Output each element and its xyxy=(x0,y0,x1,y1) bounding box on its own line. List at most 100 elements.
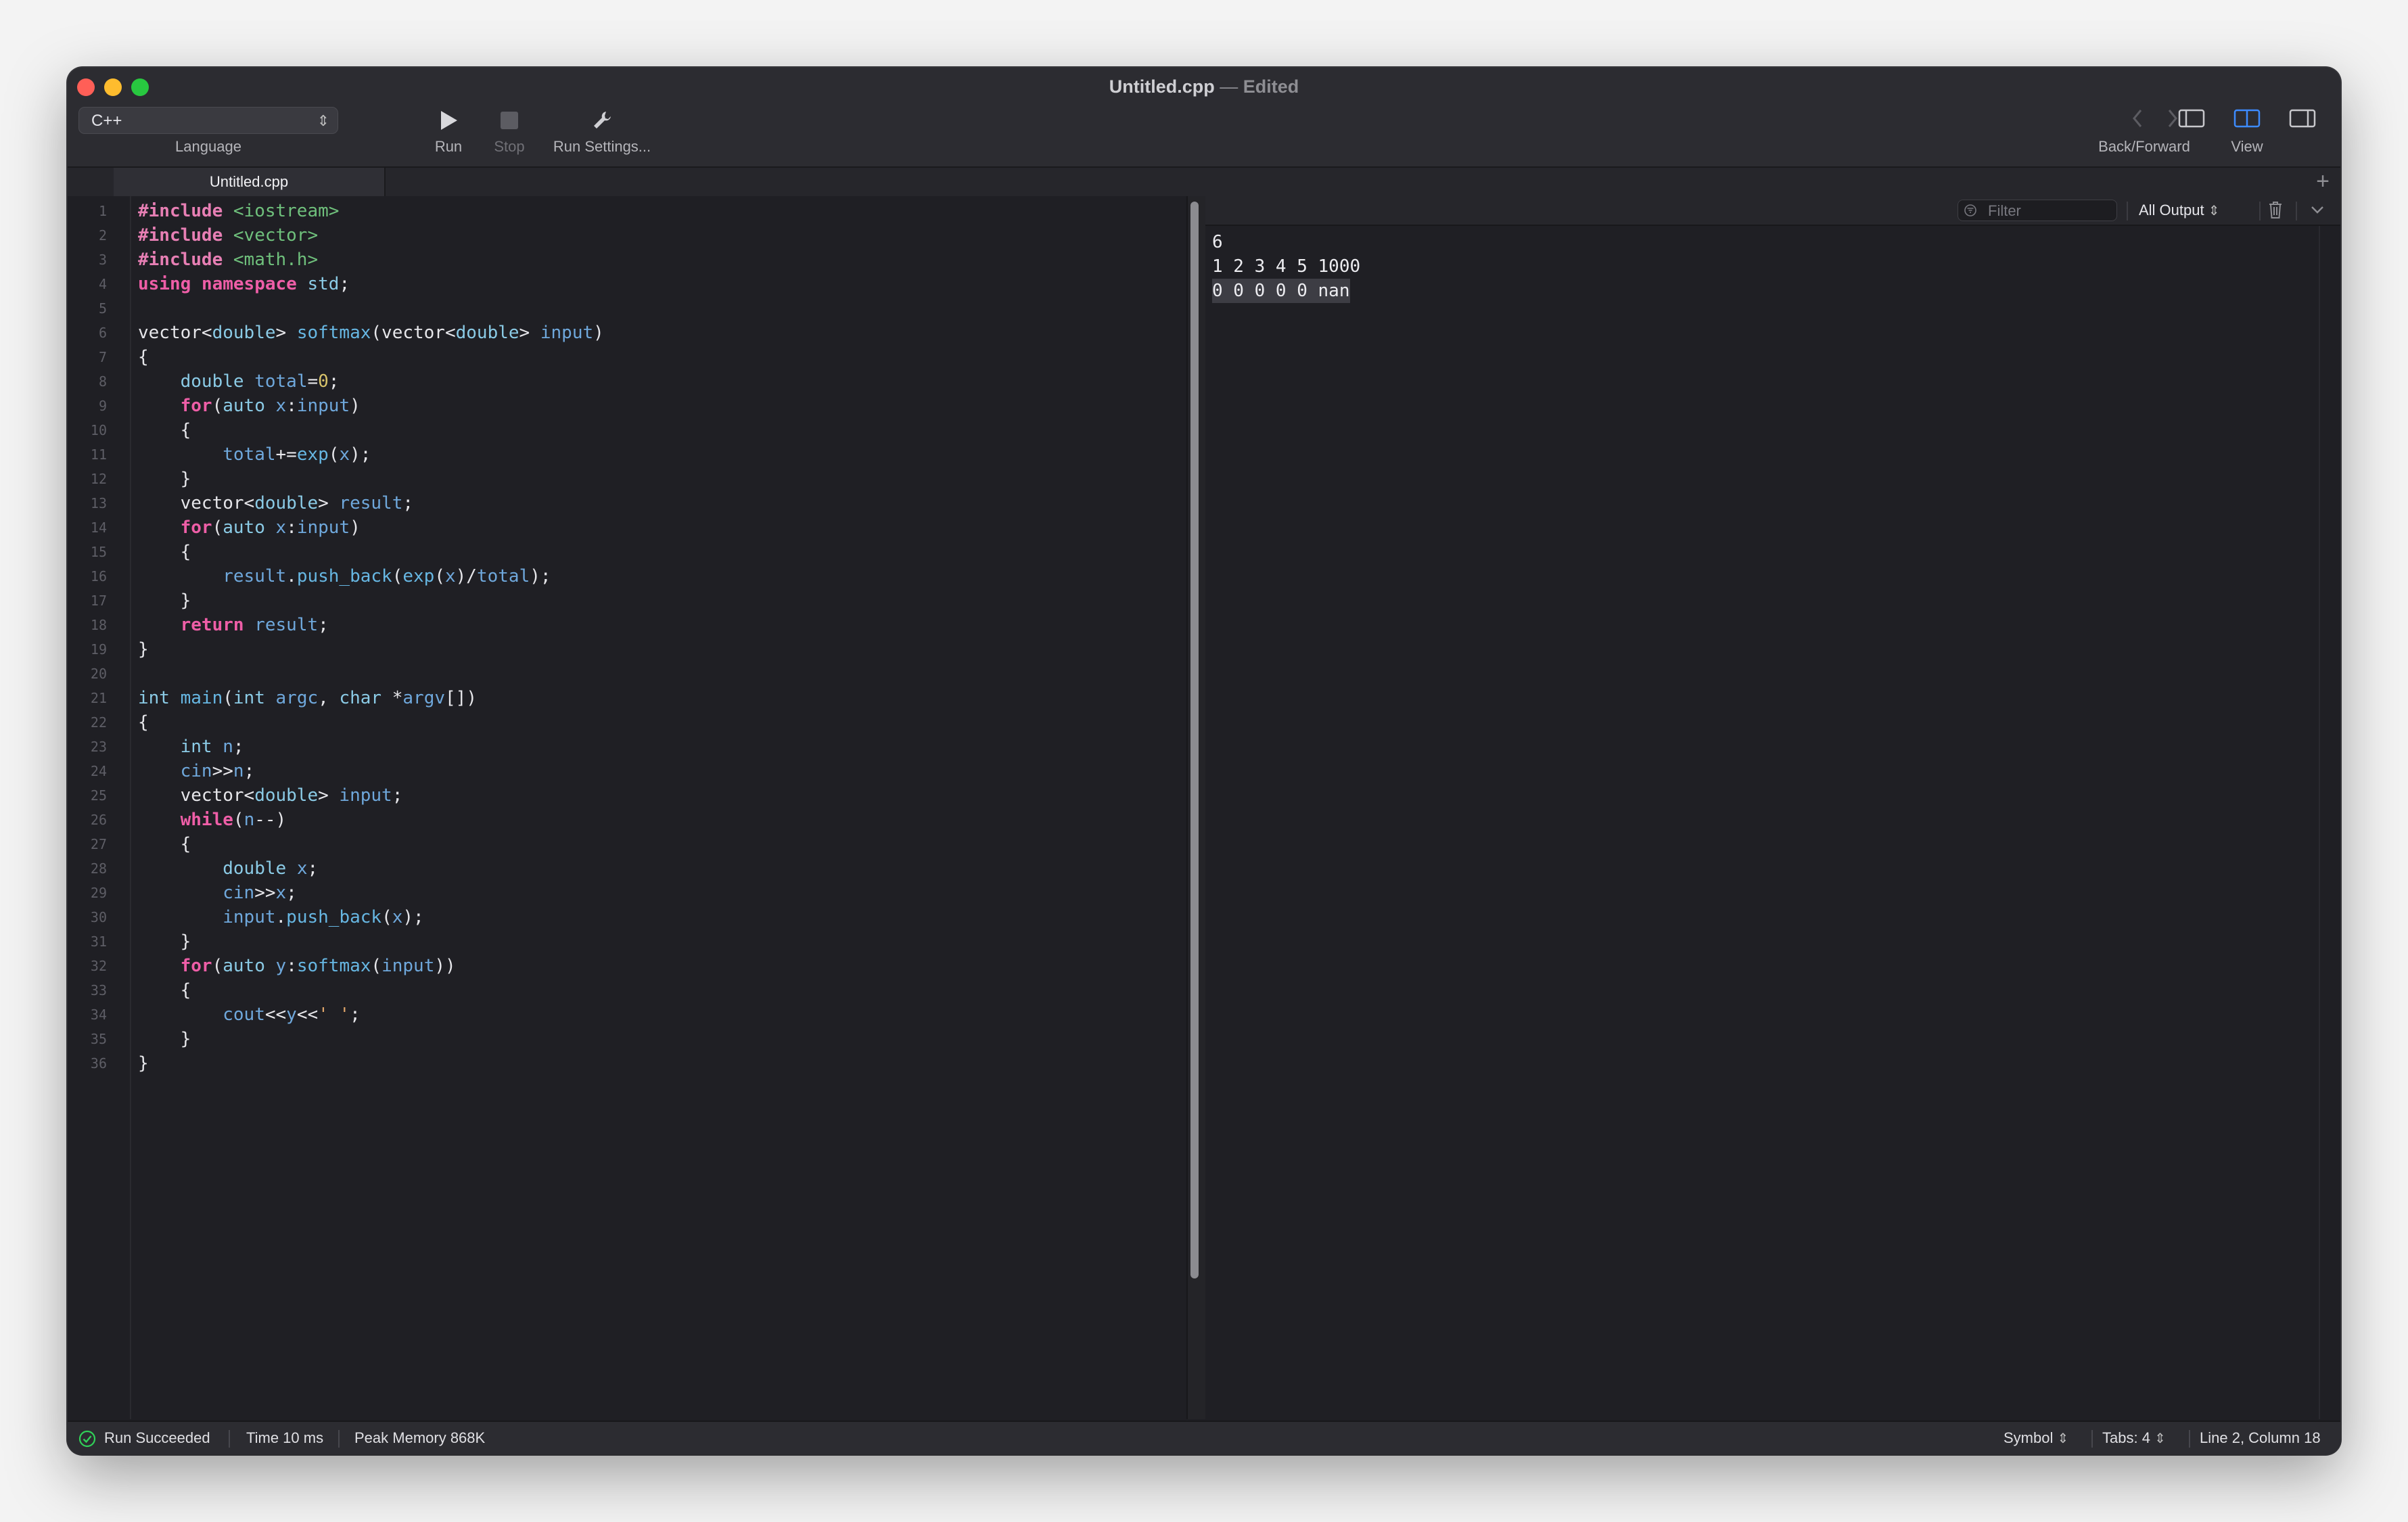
add-tab-button[interactable]: + xyxy=(2316,168,2330,195)
code-editor[interactable]: 1 2 3 4 5 6 7 8 9 10 11 12 13 14 15 16 1… xyxy=(68,196,1186,1419)
code-line[interactable]: using namespace std; xyxy=(138,272,350,296)
line-number: 24 xyxy=(90,763,107,779)
code-line[interactable]: for(auto x:input) xyxy=(138,394,361,418)
status-separator xyxy=(338,1430,340,1448)
status-separator xyxy=(229,1430,230,1448)
editor-scrollbar[interactable] xyxy=(1190,202,1199,1278)
line-number: 33 xyxy=(90,982,107,998)
console-toolbar: Filter All Output ⇕ xyxy=(1205,196,2340,226)
code-line[interactable]: double x; xyxy=(138,856,318,881)
collapse-console-button[interactable] xyxy=(2304,200,2331,221)
chevron-updown-icon: ⇕ xyxy=(2057,1431,2069,1446)
line-number: 25 xyxy=(90,787,107,804)
trash-icon xyxy=(2269,202,2282,218)
code-line[interactable]: cout<<y<<' '; xyxy=(138,1002,361,1027)
code-line[interactable]: } xyxy=(138,1051,149,1076)
line-number: 29 xyxy=(90,885,107,901)
language-select[interactable]: C++ ⇕ xyxy=(78,107,338,134)
code-line[interactable]: { xyxy=(138,540,191,564)
run-settings-button[interactable] xyxy=(534,106,670,135)
tab-untitled-cpp[interactable]: Untitled.cpp xyxy=(114,168,386,196)
sidebar-left-icon xyxy=(2178,109,2205,128)
code-line[interactable]: int n; xyxy=(138,735,244,759)
line-number: 9 xyxy=(98,398,107,414)
filter-icon xyxy=(1964,204,1976,216)
run-status: Run Succeeded xyxy=(104,1429,210,1446)
line-number: 36 xyxy=(90,1055,107,1071)
line-number: 5 xyxy=(98,300,107,317)
line-number: 27 xyxy=(90,836,107,852)
toolbar: Untitled.cpp — Edited C++ ⇕ Language Run… xyxy=(68,68,2340,196)
toolbar-separator xyxy=(2259,202,2261,221)
line-number: 14 xyxy=(90,520,107,536)
code-line[interactable]: for(auto x:input) xyxy=(138,515,361,540)
code-line[interactable]: while(n--) xyxy=(138,808,287,832)
code-line[interactable]: { xyxy=(138,345,149,369)
status-separator xyxy=(2091,1430,2093,1448)
code-line[interactable]: } xyxy=(138,1027,191,1051)
code-line[interactable]: result.push_back(exp(x)/total); xyxy=(138,564,551,589)
console-output-line: 6 xyxy=(1212,232,1223,252)
code-line[interactable]: total+=exp(x); xyxy=(138,442,371,467)
line-number: 35 xyxy=(90,1031,107,1047)
code-line[interactable]: cin>>n; xyxy=(138,759,255,783)
run-settings-label: Run Settings... xyxy=(553,138,651,155)
run-label: Run xyxy=(434,138,463,155)
console-pane: Filter All Output ⇕ 6 1 2 3 4 5 1000 0 0… xyxy=(1205,196,2340,1419)
status-separator xyxy=(2189,1430,2190,1448)
code-line[interactable]: return result; xyxy=(138,613,329,637)
filter-input[interactable]: Filter xyxy=(1958,200,2117,221)
clear-console-button[interactable] xyxy=(2263,200,2288,221)
code-line[interactable]: vector<double> input; xyxy=(138,783,403,808)
code-line[interactable]: } xyxy=(138,929,191,954)
line-number: 3 xyxy=(98,252,107,268)
code-line[interactable]: #include <math.h> xyxy=(138,248,318,272)
code-line[interactable]: vector<double> result; xyxy=(138,491,413,515)
code-line[interactable]: { xyxy=(138,418,191,442)
line-number: 23 xyxy=(90,739,107,755)
run-button[interactable] xyxy=(418,106,479,135)
code-line[interactable]: double total=0; xyxy=(138,369,340,394)
chevron-updown-icon: ⇕ xyxy=(2154,1431,2166,1446)
chevron-updown-icon: ⇕ xyxy=(317,112,329,129)
console-scrollbar[interactable] xyxy=(2319,226,2320,1419)
code-line[interactable]: { xyxy=(138,832,191,856)
code-line[interactable]: #include <iostream> xyxy=(138,199,339,223)
toolbar-separator xyxy=(2127,202,2128,221)
back-button[interactable] xyxy=(2124,108,2151,133)
line-number: 34 xyxy=(90,1007,107,1023)
code-line[interactable]: { xyxy=(138,978,191,1002)
view-label: View xyxy=(2231,138,2263,155)
window-title: Untitled.cpp — Edited xyxy=(68,68,2340,106)
line-number: 8 xyxy=(98,373,107,390)
line-number: 2 xyxy=(98,227,107,244)
code-line[interactable]: } xyxy=(138,637,149,662)
line-number: 32 xyxy=(90,958,107,974)
code-line[interactable]: int main(int argc, char *argv[]) xyxy=(138,686,477,710)
stop-icon xyxy=(501,112,518,129)
code-line[interactable]: for(auto y:softmax(input)) xyxy=(138,954,456,978)
output-scope-select[interactable]: All Output ⇕ xyxy=(2139,196,2220,225)
line-number: 10 xyxy=(90,422,107,438)
code-line[interactable]: } xyxy=(138,589,191,613)
tabs-select[interactable]: Tabs: 4 ⇕ xyxy=(2102,1422,2166,1454)
code-line[interactable]: input.push_back(x); xyxy=(138,905,423,929)
line-number: 19 xyxy=(90,641,107,658)
toggle-right-pane-button[interactable] xyxy=(2286,108,2319,133)
toolbar-separator xyxy=(2296,202,2297,221)
app-window: Untitled.cpp — Edited C++ ⇕ Language Run… xyxy=(68,68,2340,1454)
chevron-left-icon xyxy=(2133,110,2142,127)
console-output-line: 0 0 0 0 0 nan xyxy=(1212,279,1350,303)
stop-button[interactable] xyxy=(479,106,540,135)
sidebar-right-icon xyxy=(2289,109,2316,128)
toggle-split-view-button[interactable] xyxy=(2231,108,2263,133)
line-number: 20 xyxy=(90,666,107,682)
status-bar: Run Succeeded Time 10 ms Peak Memory 868… xyxy=(68,1421,2340,1454)
symbol-select[interactable]: Symbol ⇕ xyxy=(2004,1422,2068,1454)
toggle-left-pane-button[interactable] xyxy=(2175,108,2208,133)
code-line[interactable]: vector<double> softmax(vector<double> in… xyxy=(138,321,604,345)
code-line[interactable]: } xyxy=(138,467,191,491)
code-line[interactable]: cin>>x; xyxy=(138,881,297,905)
code-line[interactable]: #include <vector> xyxy=(138,223,318,248)
code-line[interactable]: { xyxy=(138,710,149,735)
